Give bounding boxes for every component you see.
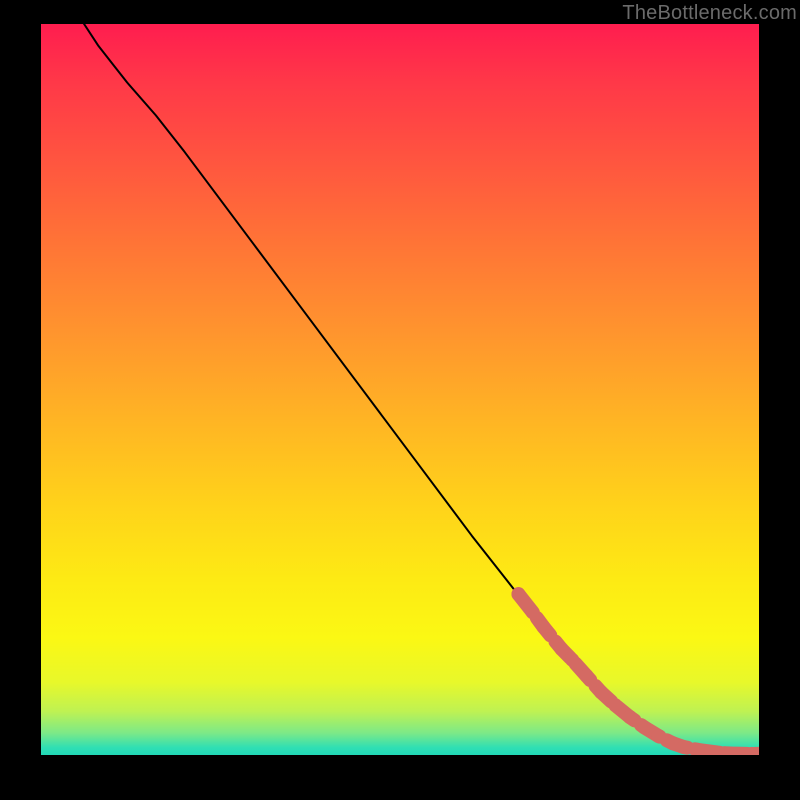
marker-dot xyxy=(651,729,665,743)
marker-dot xyxy=(555,642,569,656)
marker-dot xyxy=(526,605,540,619)
marker-dot xyxy=(608,698,622,712)
marker-dot xyxy=(580,669,594,683)
marker-dot xyxy=(565,653,579,667)
plot-svg xyxy=(41,24,759,755)
marker-dot xyxy=(677,740,691,754)
marker-dot xyxy=(537,620,551,634)
marker-dot xyxy=(623,710,637,724)
marker-dot xyxy=(594,685,608,699)
attribution-text: TheBottleneck.com xyxy=(0,2,797,25)
plot-area xyxy=(41,24,759,755)
marker-dot xyxy=(637,720,651,734)
marker-dot xyxy=(511,587,525,601)
curve-line xyxy=(84,24,759,754)
chart-stage: TheBottleneck.com xyxy=(0,0,800,800)
